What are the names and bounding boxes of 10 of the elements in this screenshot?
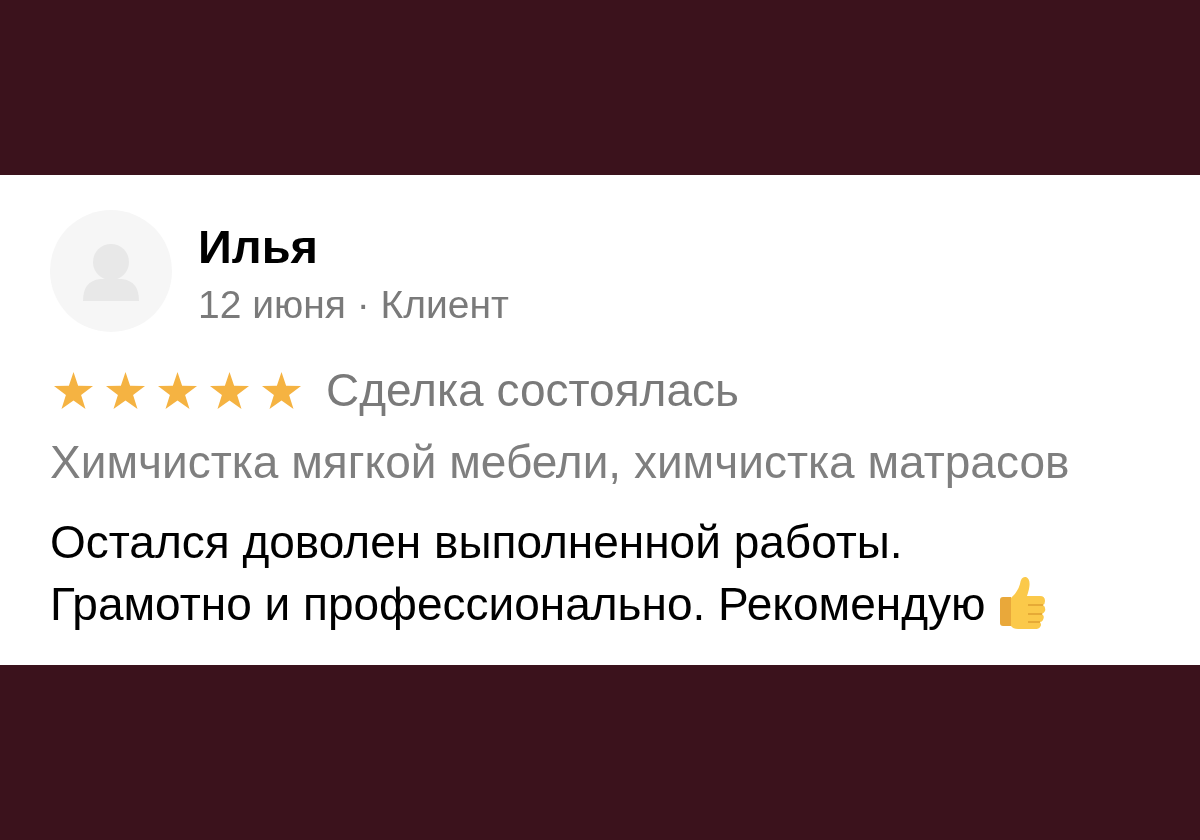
service-name: Химчистка мягкой мебели, химчистка матрасов	[50, 435, 1071, 490]
star-icon	[262, 371, 301, 409]
star-icon	[106, 371, 145, 409]
deal-status: Сделка состоялась	[326, 365, 739, 415]
author-name: Илья	[198, 221, 319, 273]
review-text: Остался доволен выполненной работы. Грамотно и профессионально. Рекомендую	[50, 511, 1180, 635]
star-icon	[210, 371, 249, 409]
star-icon	[54, 371, 93, 409]
star-icon	[158, 371, 197, 409]
review-date-role: 12 июня · Клиент	[198, 283, 509, 327]
